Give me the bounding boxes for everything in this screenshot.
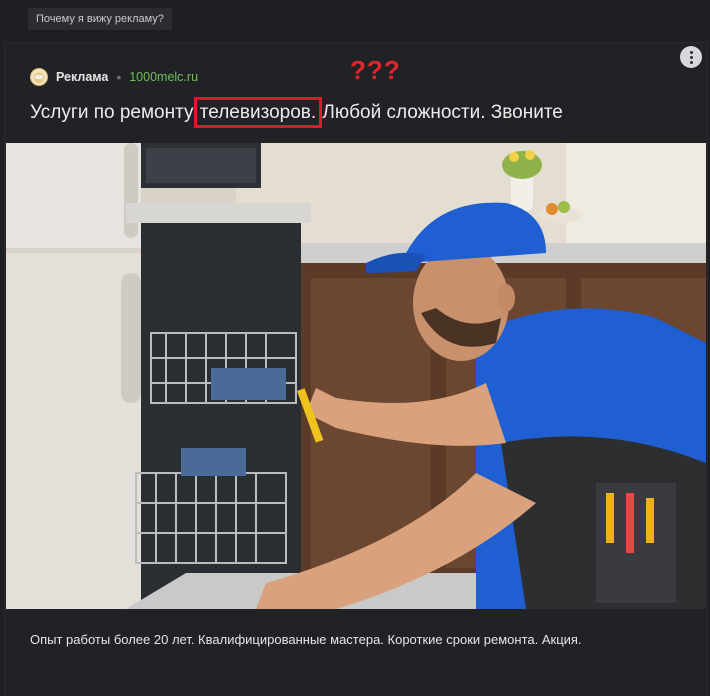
ad-card[interactable]: Реклама • 1000melc.ru ??? Услуги по ремо… (4, 42, 708, 696)
ad-header: Реклама • 1000melc.ru (30, 67, 198, 87)
ad-title-start: Услуги по ремонту (30, 102, 199, 123)
ad-description: Опыт работы более 20 лет. Квалифицирован… (30, 632, 582, 647)
ad-domain-link[interactable]: 1000melc.ru (129, 70, 198, 84)
ad-title[interactable]: Услуги по ремонту телевизоров. Любой сло… (30, 97, 690, 128)
ad-title-end: Любой сложности. Звоните (317, 102, 563, 123)
ad-label: Реклама (56, 70, 109, 84)
separator-dot: • (116, 69, 122, 85)
repairman-dishwasher-photo (6, 143, 706, 609)
ad-image[interactable] (6, 143, 706, 609)
ad-title-highlight: телевизоров. (193, 97, 323, 128)
annotation-question-marks: ??? (350, 55, 401, 85)
why-ad-button[interactable]: Почему я вижу рекламу? (28, 8, 172, 30)
more-options-icon[interactable] (680, 46, 702, 68)
advertiser-avatar-icon (30, 68, 48, 86)
ad-feed-page: Почему я вижу рекламу? Реклама • 1000mel… (0, 0, 710, 696)
